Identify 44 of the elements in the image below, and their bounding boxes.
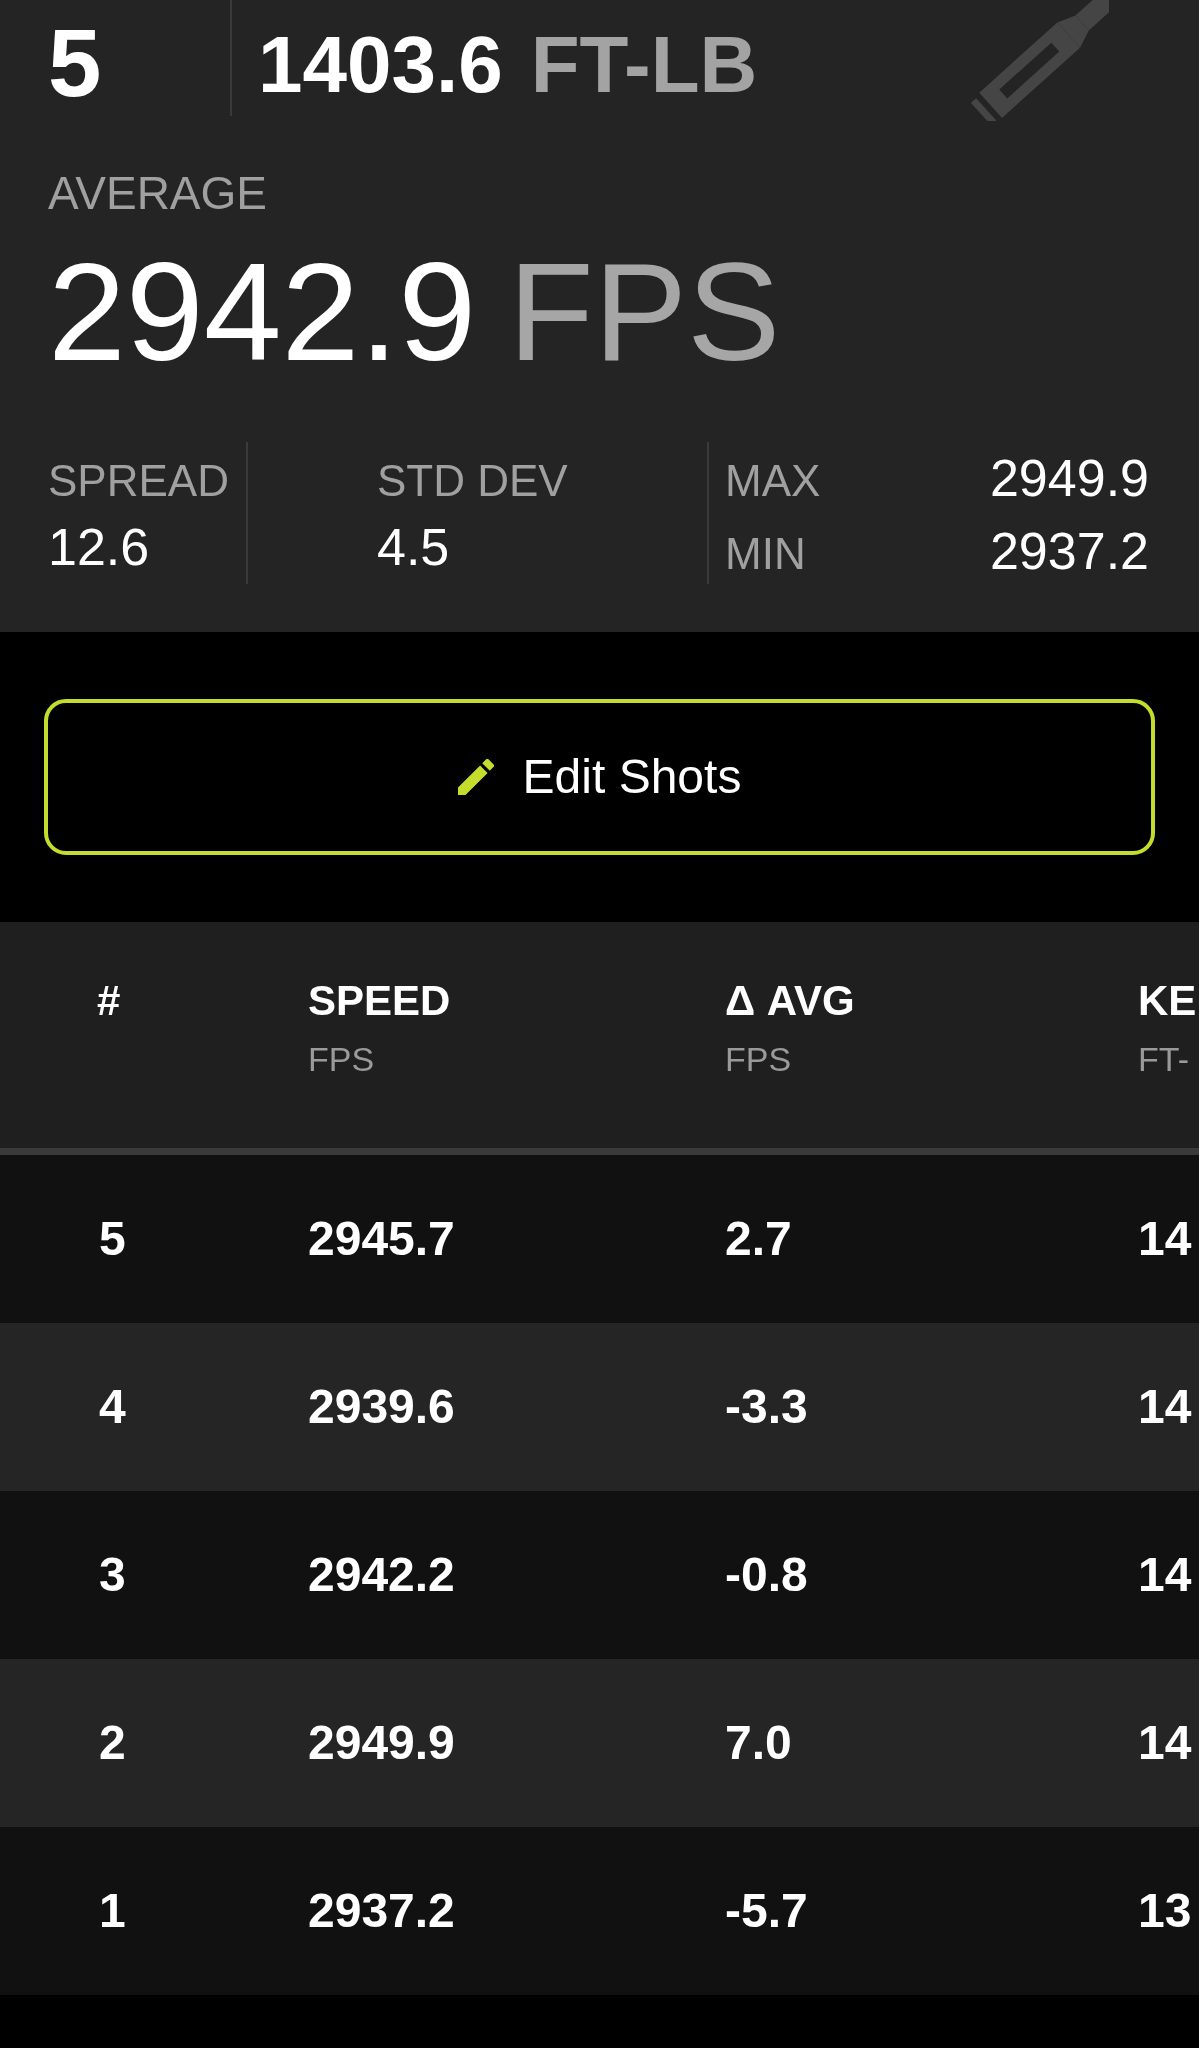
table-cell: 2.7 <box>725 1215 792 1263</box>
energy-value: 1403.6 <box>258 25 503 105</box>
energy-unit: FT-LB <box>530 25 758 105</box>
table-cell: -0.8 <box>725 1551 808 1599</box>
table-cell: 2949.9 <box>308 1719 455 1767</box>
table-cell: 14 <box>1138 1719 1192 1767</box>
stat-value: 2937.2 <box>989 525 1149 577</box>
table-cell: 2942.2 <box>308 1551 455 1599</box>
column-unit: FPS <box>725 1042 792 1076</box>
average-unit: FPS <box>508 242 781 382</box>
column-title: Δ AVG <box>725 980 855 1022</box>
table-cell: 14 <box>1138 1215 1192 1263</box>
table-cell: 2939.6 <box>308 1383 455 1431</box>
table-cell: 2 <box>99 1719 126 1767</box>
stat-value: 12.6 <box>48 521 150 573</box>
stat-label: MIN <box>725 532 806 576</box>
stat-label: MAX <box>725 459 821 503</box>
column-unit: FT- <box>1138 1042 1189 1076</box>
table-cell: 2945.7 <box>308 1215 455 1263</box>
table-cell: 4 <box>99 1383 126 1431</box>
table-cell: 7.0 <box>725 1719 792 1767</box>
stat-value: 4.5 <box>377 521 450 573</box>
table-cell: 1 <box>99 1887 126 1935</box>
edit-shots-button[interactable]: Edit Shots <box>44 699 1155 855</box>
stat-value: 2949.9 <box>989 452 1149 504</box>
table-cell: 2937.2 <box>308 1887 455 1935</box>
cartridge-icon <box>971 0 1109 121</box>
stat-label: STD DEV <box>377 459 568 503</box>
table-cell: 3 <box>99 1551 126 1599</box>
shot-count: 5 <box>48 15 102 111</box>
table-cell: -3.3 <box>725 1383 808 1431</box>
pencil-icon <box>457 759 494 795</box>
column-unit: FPS <box>308 1042 375 1076</box>
table-cell: 5 <box>99 1215 126 1263</box>
table-cell: 14 <box>1138 1551 1192 1599</box>
table-cell: 14 <box>1138 1383 1192 1431</box>
column-title: # <box>97 980 121 1022</box>
average-value: 2942.9 <box>48 242 477 382</box>
table-cell: 13 <box>1138 1887 1192 1935</box>
column-title: KE <box>1138 980 1197 1022</box>
average-label: AVERAGE <box>48 170 267 216</box>
stat-label: SPREAD <box>48 459 229 503</box>
table-cell: -5.7 <box>725 1887 808 1935</box>
column-title: SPEED <box>308 980 451 1022</box>
